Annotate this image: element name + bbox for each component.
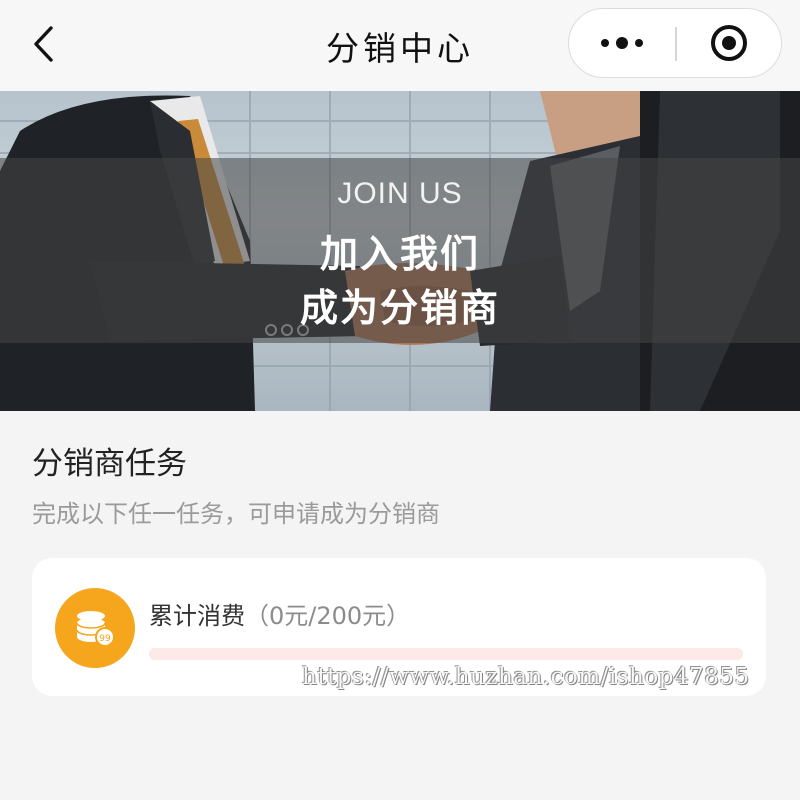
target-circle-icon <box>711 25 747 61</box>
svg-text:99: 99 <box>99 634 111 644</box>
miniprogram-capsule <box>568 8 782 78</box>
navigation-bar: 分销中心 <box>0 0 800 91</box>
section-title: 分销商任务 <box>32 446 187 482</box>
task-progress-bar <box>149 648 743 660</box>
join-banner[interactable]: JOIN US 加入我们 成为分销商 <box>0 91 800 411</box>
task-name: 累计消费 <box>149 602 245 630</box>
section-subtitle: 完成以下任一任务，可申请成为分销商 <box>32 500 440 528</box>
banner-join-us: JOIN US <box>337 177 463 210</box>
coins-icon: 99 <box>55 588 135 668</box>
banner-headline-1: 加入我们 <box>319 232 480 276</box>
banner-headline-2: 成为分销商 <box>299 286 500 330</box>
task-label: 累计消费（0元/200元） <box>149 596 410 631</box>
task-progress-text: （0元/200元） <box>245 602 411 630</box>
more-dots-icon <box>601 37 643 49</box>
close-miniprogram-button[interactable] <box>677 9 781 77</box>
more-button[interactable] <box>569 9 675 77</box>
watermark-text: https://www.huzhan.com/ishop47855 <box>302 664 750 690</box>
